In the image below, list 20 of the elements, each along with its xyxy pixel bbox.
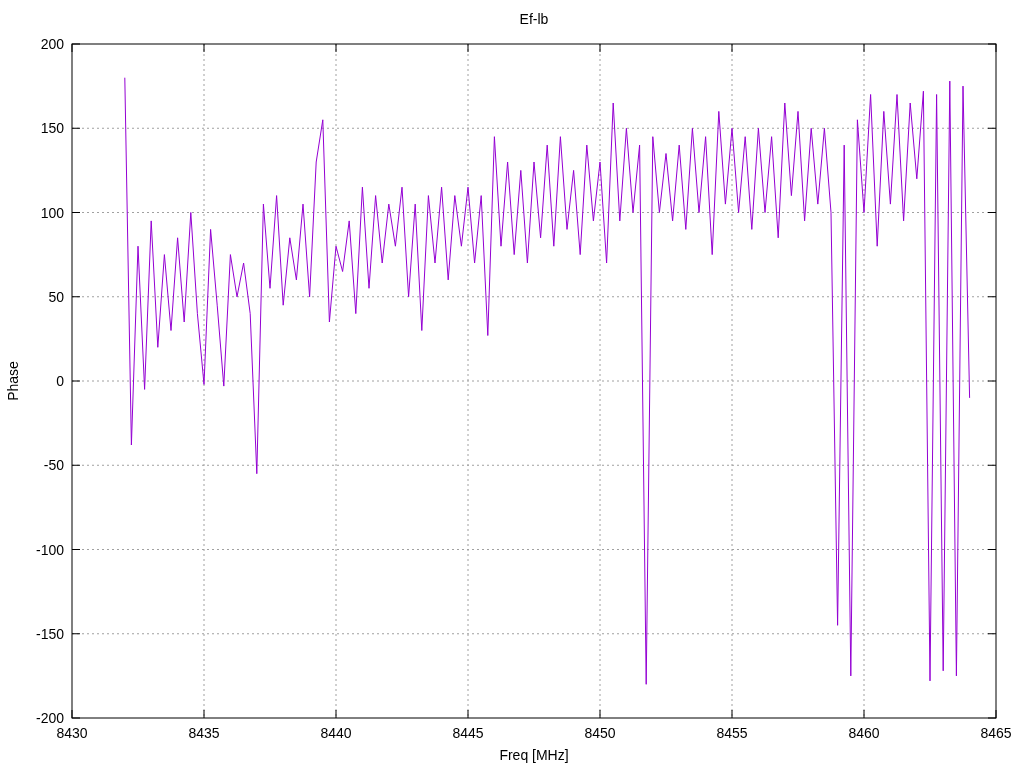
chart-title: Ef-lb [519,11,549,27]
tick-label: 200 [40,36,64,52]
axis-label: Phase [5,361,21,401]
tick-label: 0 [56,373,64,389]
tick-label: 8450 [584,725,616,741]
tick-label: 8465 [980,725,1012,741]
tick-label: -50 [43,457,64,474]
tick-label: 8460 [848,725,880,741]
tick-label: 8455 [716,725,748,741]
tick-label: 8430 [56,725,88,741]
tick-label: -200 [35,710,64,726]
tick-label: 150 [40,120,64,137]
tick-label: 8440 [320,725,352,741]
tick-label: 100 [40,204,64,221]
tick-label: -150 [35,625,64,642]
axis-label: Freq [MHz] [499,747,569,763]
tick-label: 8445 [452,725,484,741]
tick-label: 50 [48,288,64,305]
tick-label: -100 [35,541,64,558]
tick-label: 8435 [188,725,220,741]
